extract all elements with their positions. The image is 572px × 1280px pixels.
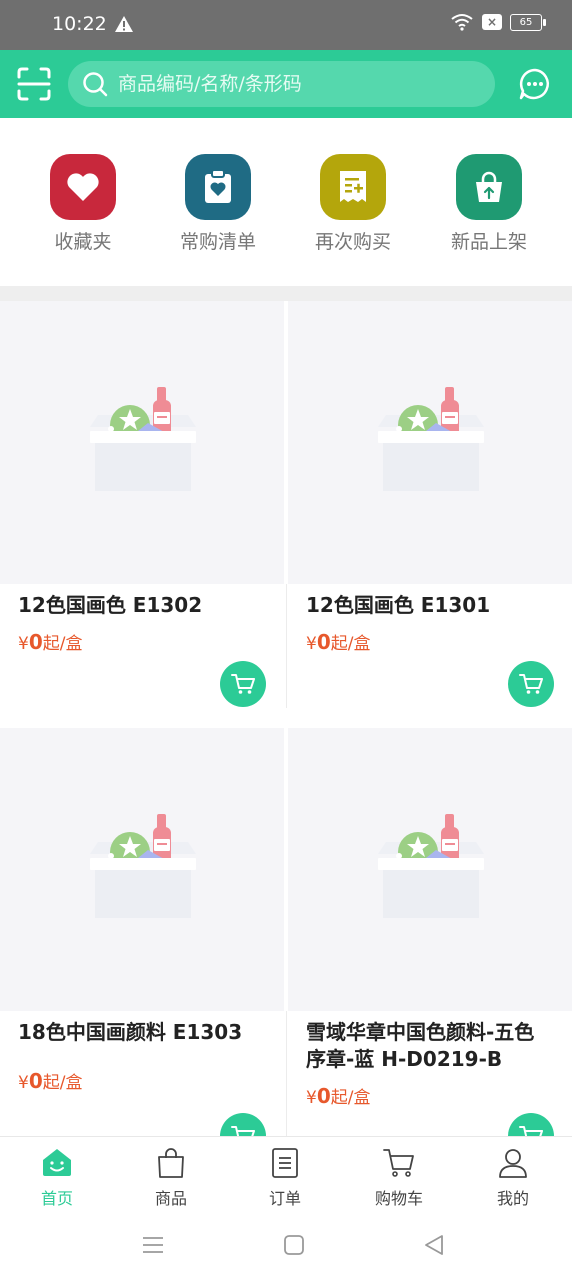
product-box-illustration (378, 387, 484, 491)
product-image-placeholder (0, 728, 284, 1011)
product-box-illustration (90, 387, 196, 491)
add-to-cart-button[interactable] (220, 1113, 266, 1136)
home-icon (43, 1149, 71, 1176)
order-list-icon (272, 1148, 298, 1178)
currency-symbol: ¥ (306, 634, 317, 654)
product-image-placeholder (288, 301, 572, 584)
product-box-illustration (90, 814, 196, 918)
user-icon (499, 1149, 527, 1178)
price-value: 0 (28, 1069, 43, 1093)
product-price: ¥0起/盒 (18, 629, 266, 654)
status-indicators: × 65 (450, 13, 546, 31)
column-divider (286, 584, 287, 708)
product-price: ¥0起/盒 (306, 1083, 554, 1108)
quick-actions: 收藏夹 常购清单 再次购买 新品上架 (0, 118, 572, 286)
message-icon[interactable] (518, 67, 552, 101)
currency-symbol: ¥ (306, 1088, 317, 1108)
search-bar[interactable] (68, 61, 495, 107)
tab-products[interactable]: 商品 (114, 1147, 228, 1209)
product-grid: 12色国画色 E1302 ¥0起/盒 12色国画色 E1301 ¥0起/盒 18… (0, 301, 572, 1136)
product-name: 18色中国画颜料 E1303 (18, 1020, 243, 1044)
tab-orders[interactable]: 订单 (228, 1147, 342, 1209)
tab-label: 我的 (496, 1189, 529, 1208)
tab-home[interactable]: 首页 (0, 1147, 114, 1209)
cart-icon (231, 1126, 255, 1136)
product-card[interactable]: 12色国画色 E1301 ¥0起/盒 (288, 301, 572, 654)
scan-icon[interactable] (16, 66, 52, 102)
cart-icon (231, 674, 255, 694)
tab-label: 首页 (40, 1189, 73, 1208)
status-bar: 10:22 × 65 (0, 0, 572, 50)
product-image-placeholder (288, 728, 572, 1011)
header (0, 50, 572, 118)
product-box-illustration (378, 814, 484, 918)
product-name: 12色国画色 E1301 (306, 593, 491, 617)
tab-profile[interactable]: 我的 (456, 1147, 570, 1209)
back-icon[interactable] (423, 1234, 445, 1256)
price-value: 0 (316, 1084, 331, 1108)
add-to-cart-button[interactable] (508, 661, 554, 707)
home-square-icon[interactable] (283, 1234, 305, 1256)
add-to-cart-button[interactable] (220, 661, 266, 707)
cart-icon (519, 1126, 543, 1136)
clipboard-heart-icon (185, 154, 251, 220)
section-divider (0, 286, 572, 301)
price-value: 0 (28, 630, 43, 654)
price-unit: 起/盒 (330, 634, 371, 654)
product-price: ¥0起/盒 (306, 629, 554, 654)
quick-label: 常购清单 (179, 231, 256, 253)
cart-icon (383, 1149, 414, 1177)
product-card[interactable]: 雪域华章中国色颜料-五色序章-蓝 H-D0219-B ¥0起/盒 (288, 728, 572, 1108)
product-card[interactable]: 18色中国画颜料 E1303 ¥0起/盒 (0, 728, 284, 1093)
column-divider (286, 1011, 287, 1136)
cart-icon (519, 674, 543, 694)
wifi-icon (451, 14, 473, 31)
system-nav-bar (0, 1210, 572, 1280)
status-time: 10:22 (52, 13, 107, 35)
quick-buy-again[interactable]: 再次购买 (293, 154, 413, 254)
tab-label: 购物车 (374, 1189, 423, 1208)
quick-frequent-list[interactable]: 常购清单 (158, 154, 278, 254)
tab-label: 商品 (154, 1189, 187, 1208)
product-card[interactable]: 12色国画色 E1302 ¥0起/盒 (0, 301, 284, 654)
product-name: 雪域华章中国色颜料-五色序章-蓝 H-D0219-B (306, 1020, 535, 1071)
receipt-plus-icon (320, 154, 386, 220)
product-name: 12色国画色 E1302 (18, 593, 203, 617)
product-price: ¥0起/盒 (18, 1068, 266, 1093)
heart-icon (50, 154, 116, 220)
price-unit: 起/盒 (42, 634, 83, 654)
warning-icon (115, 16, 133, 32)
price-unit: 起/盒 (330, 1088, 371, 1108)
tab-cart[interactable]: 购物车 (342, 1147, 456, 1209)
add-to-cart-button[interactable] (508, 1113, 554, 1136)
sim-blocked-icon: × (482, 14, 502, 30)
tab-label: 订单 (268, 1189, 301, 1208)
shopping-bag-icon (456, 154, 522, 220)
quick-label: 再次购买 (314, 231, 391, 253)
price-value: 0 (316, 630, 331, 654)
quick-label: 新品上架 (450, 231, 527, 253)
bag-icon (158, 1148, 184, 1178)
bottom-tab-bar: 首页 商品 订单 购物车 我的 (0, 1136, 572, 1211)
currency-symbol: ¥ (18, 634, 29, 654)
quick-favorites[interactable]: 收藏夹 (23, 154, 143, 254)
quick-new-arrivals[interactable]: 新品上架 (429, 154, 549, 254)
search-icon (83, 72, 108, 97)
price-unit: 起/盒 (42, 1073, 83, 1093)
search-input[interactable] (118, 61, 478, 107)
battery-icon: 65 (510, 13, 546, 31)
product-image-placeholder (0, 301, 284, 584)
quick-label: 收藏夹 (54, 231, 112, 253)
menu-icon[interactable] (142, 1234, 164, 1256)
currency-symbol: ¥ (18, 1073, 29, 1093)
